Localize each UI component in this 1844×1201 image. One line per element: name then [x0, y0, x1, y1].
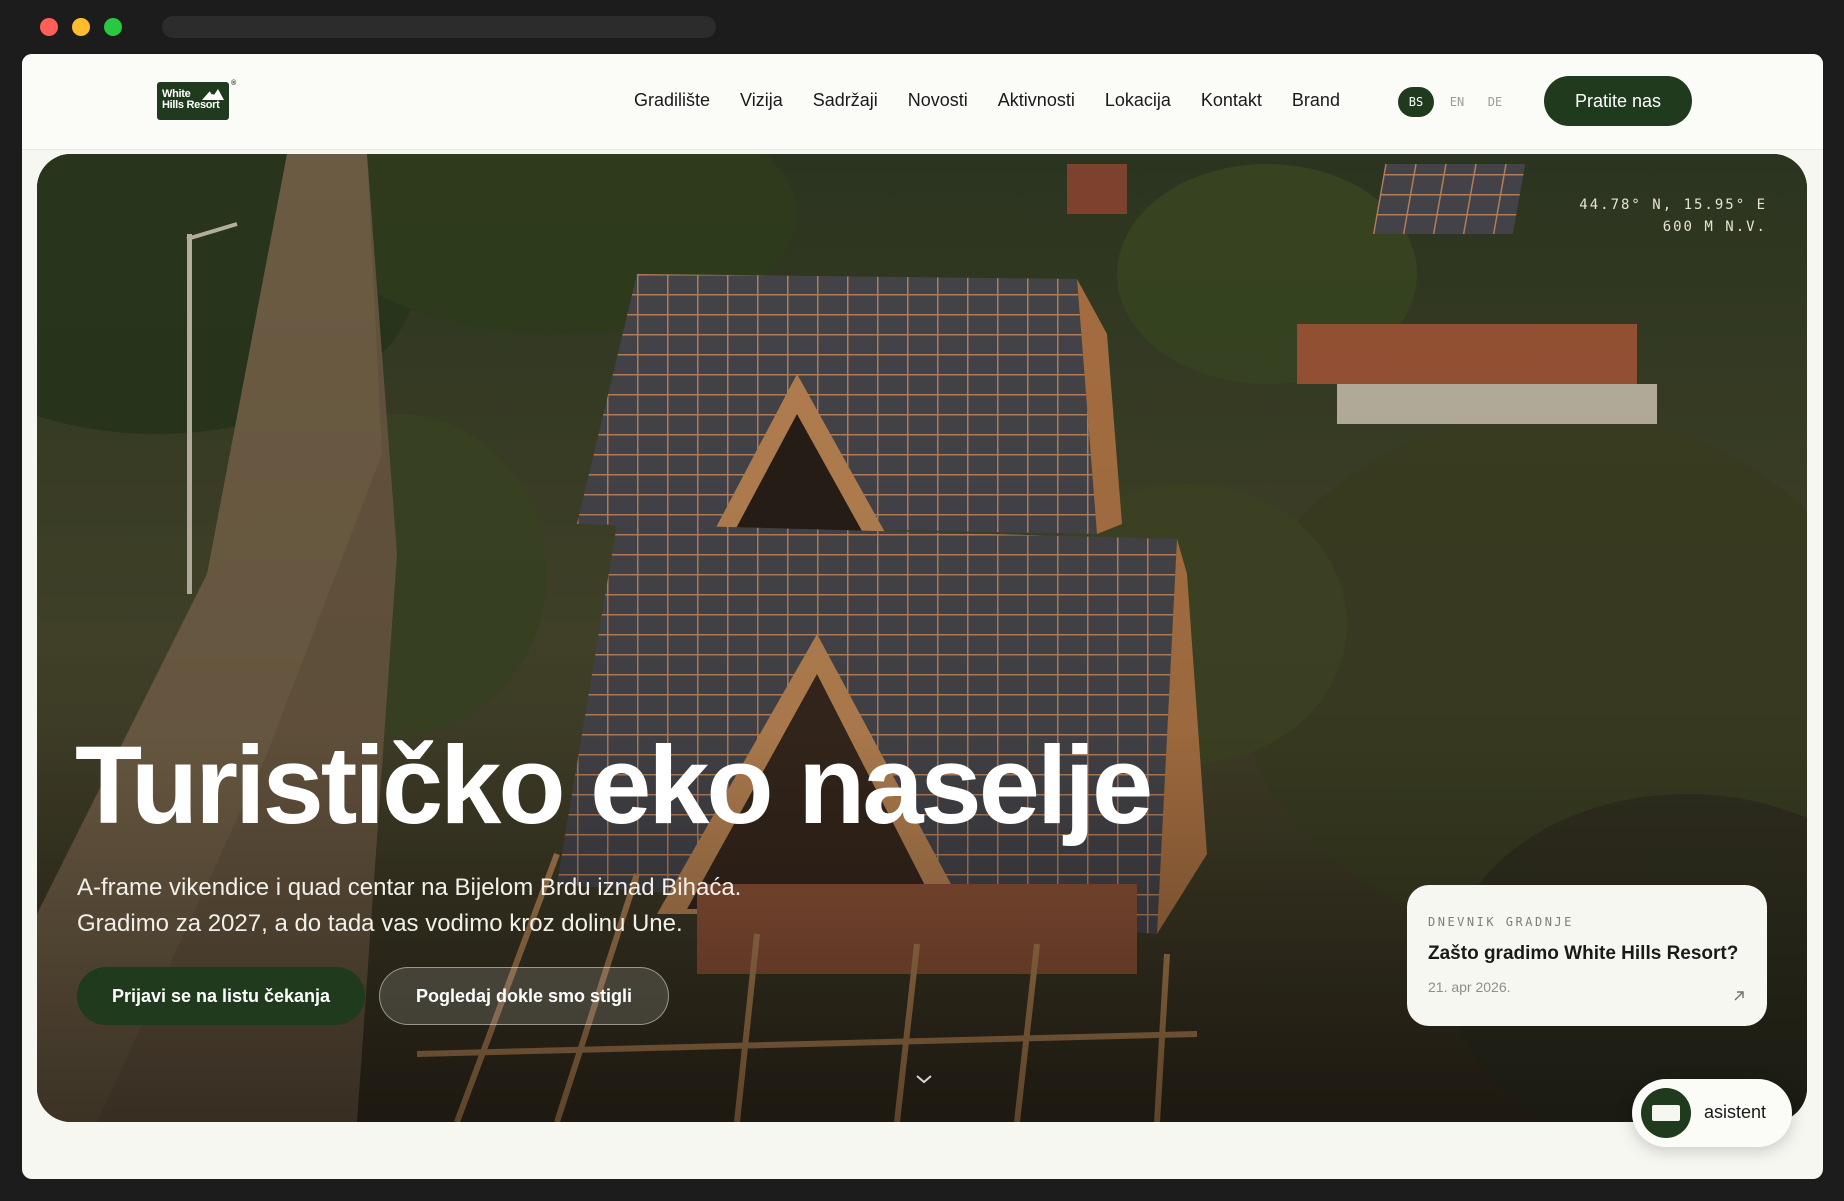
- news-card-date: 21. apr 2026.: [1428, 979, 1511, 995]
- nav-item-novosti[interactable]: Novosti: [908, 90, 968, 111]
- lang-option-bs[interactable]: BS: [1398, 87, 1434, 117]
- assistant-avatar: [1641, 1088, 1691, 1138]
- lang-option-en[interactable]: EN: [1438, 95, 1476, 109]
- site-header: White Hills Resort ® Gradilište Vizija S…: [22, 54, 1823, 150]
- nav-item-lokacija[interactable]: Lokacija: [1105, 90, 1171, 111]
- logo-text-line2: Hills Resort: [162, 99, 220, 111]
- language-switcher: BS EN DE: [1398, 87, 1514, 117]
- hero-section: 44.78° N, 15.95° E 600 M N.V. Turističko…: [37, 154, 1807, 1122]
- nav-item-gradiliste[interactable]: Gradilište: [634, 90, 710, 111]
- site-logo[interactable]: White Hills Resort ®: [157, 80, 236, 120]
- follow-us-button[interactable]: Pratite nas: [1544, 76, 1692, 126]
- nav-item-vizija[interactable]: Vizija: [740, 90, 783, 111]
- assistant-launcher[interactable]: asistent: [1632, 1079, 1792, 1147]
- news-card[interactable]: DNEVNIK GRADNJE Zašto gradimo White Hill…: [1407, 885, 1767, 1026]
- address-bar[interactable]: [162, 16, 716, 38]
- assistant-label: asistent: [1704, 1102, 1767, 1122]
- registered-mark: ®: [231, 80, 236, 87]
- coordinates-elevation: 600 M N.V.: [1662, 219, 1767, 235]
- hero-subtitle-line2: Gradimo za 2027, a do tada vas vodimo kr…: [77, 910, 683, 937]
- news-card-eyebrow: DNEVNIK GRADNJE: [1428, 915, 1574, 929]
- nav-item-kontakt[interactable]: Kontakt: [1201, 90, 1262, 111]
- page: White Hills Resort ® Gradilište Vizija S…: [22, 54, 1823, 1179]
- assistant-avatar-logo: [1652, 1105, 1680, 1121]
- nav-item-sadrzaji[interactable]: Sadržaji: [813, 90, 878, 111]
- coordinates-latlon: 44.78° N, 15.95° E: [1579, 197, 1767, 213]
- chevron-down-icon[interactable]: [914, 1072, 934, 1086]
- join-waitlist-button[interactable]: Prijavi se na listu čekanja: [77, 967, 365, 1025]
- coordinates-readout: 44.78° N, 15.95° E 600 M N.V.: [1579, 194, 1767, 238]
- arrow-up-right-icon: [1734, 991, 1744, 1001]
- window-chrome: [0, 0, 1844, 54]
- hero-subtitle: A-frame vikendice i quad centar na Bijel…: [77, 870, 741, 942]
- logo-mountain-icon: [202, 89, 224, 100]
- main-nav: Gradilište Vizija Sadržaji Novosti Aktiv…: [634, 90, 1370, 111]
- news-card-title: Zašto gradimo White Hills Resort?: [1428, 943, 1739, 964]
- nav-item-brand[interactable]: Brand: [1292, 90, 1340, 111]
- minimize-window-button[interactable]: [72, 18, 90, 36]
- nav-item-aktivnosti[interactable]: Aktivnosti: [998, 90, 1075, 111]
- view-progress-button[interactable]: Pogledaj dokle smo stigli: [379, 967, 669, 1025]
- lang-option-de[interactable]: DE: [1476, 95, 1514, 109]
- hero-subtitle-line1: A-frame vikendice i quad centar na Bijel…: [77, 874, 742, 901]
- hero-title: Turističko eko naselje: [75, 724, 1153, 847]
- maximize-window-button[interactable]: [104, 18, 122, 36]
- close-window-button[interactable]: [40, 18, 58, 36]
